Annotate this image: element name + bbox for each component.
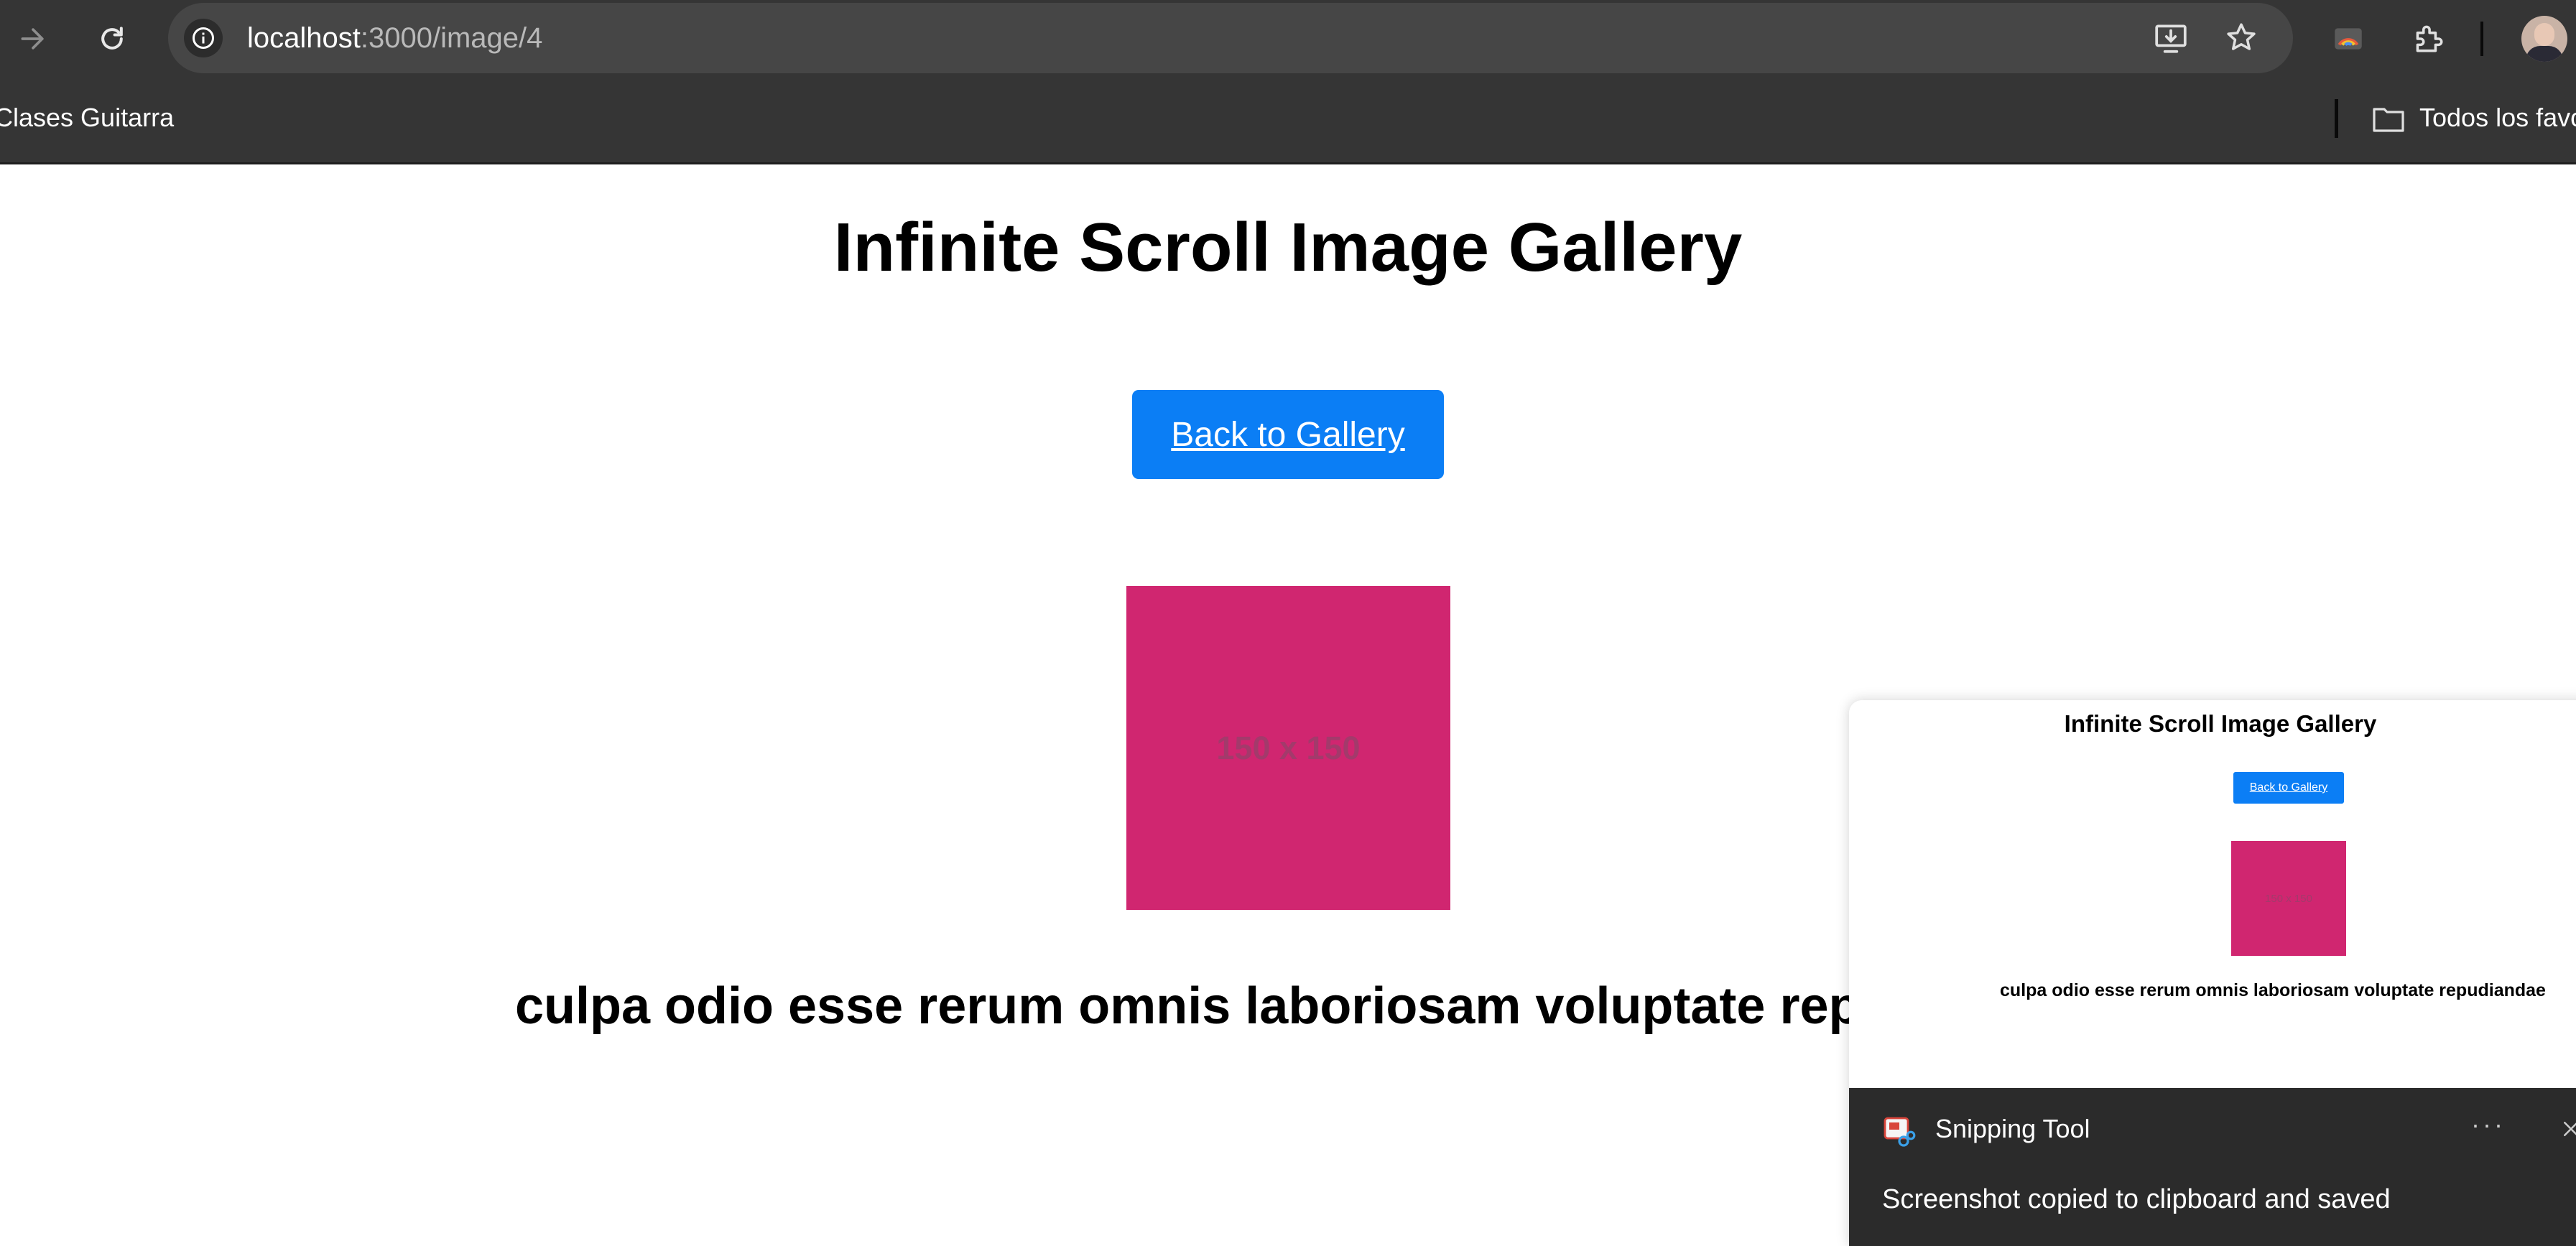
avatar-shirt xyxy=(2526,46,2563,62)
url-host: localhost xyxy=(247,22,361,54)
preview-title: Infinite Scroll Image Gallery xyxy=(2064,710,2377,737)
toolbar-divider xyxy=(2480,22,2483,56)
forward-icon xyxy=(21,28,44,50)
avatar-face xyxy=(2534,23,2554,46)
browser-toolbar: localhost:3000/image/4 xyxy=(0,0,2576,78)
notification-message: Screenshot copied to clipboard and saved xyxy=(1882,1184,2391,1214)
folder-icon xyxy=(2373,108,2404,133)
extensions-button[interactable] xyxy=(2402,13,2454,65)
snipping-tool-notification[interactable]: Infinite Scroll Image Gallery Back to Ga… xyxy=(1849,700,2576,1246)
snipping-tool-icon xyxy=(1884,1117,1916,1147)
notification-app-name: Snipping Tool xyxy=(1935,1114,2090,1143)
preview-image-text: 150 x 150 xyxy=(2265,892,2312,905)
forward-button[interactable] xyxy=(7,13,59,65)
bookmark-star-button[interactable] xyxy=(2215,12,2267,64)
install-app-button[interactable] xyxy=(2145,12,2197,64)
notification-footer: Snipping Tool ··· Screenshot copied to c… xyxy=(1849,1088,2576,1246)
image-placeholder-text: 150 x 150 xyxy=(1216,729,1361,766)
profile-avatar[interactable] xyxy=(2521,16,2567,62)
install-app-icon xyxy=(2155,24,2187,53)
bookmarks-bar: Clases Guitarra Todos los favo xyxy=(0,78,2576,164)
url-text[interactable]: localhost:3000/image/4 xyxy=(247,3,542,73)
image-caption: culpa odio esse rerum omnis laboriosam v… xyxy=(515,977,1851,1035)
close-icon[interactable] xyxy=(2560,1118,2576,1140)
more-options-button[interactable]: ··· xyxy=(2471,1110,2506,1140)
bookmark-clases-guitarra[interactable]: Clases Guitarra xyxy=(0,78,174,158)
all-bookmarks-label: Todos los favo xyxy=(2419,103,2576,132)
screenshot-preview[interactable]: Infinite Scroll Image Gallery Back to Ga… xyxy=(1849,700,2576,1088)
preview-back-button: Back to Gallery xyxy=(2233,772,2344,804)
site-info-button[interactable] xyxy=(184,19,223,57)
preview-caption: culpa odio esse rerum omnis laboriosam v… xyxy=(2000,980,2546,1000)
all-bookmarks-folder[interactable]: Todos los favo xyxy=(2371,78,2576,158)
cast-button[interactable] xyxy=(2322,13,2374,65)
back-to-gallery-button[interactable]: Back to Gallery xyxy=(1132,390,1444,479)
gallery-image: 150 x 150 xyxy=(1126,586,1450,910)
url-path: :3000/image/4 xyxy=(360,22,543,54)
page-title: Infinite Scroll Image Gallery xyxy=(833,209,1743,286)
bookmarks-divider xyxy=(2335,99,2338,138)
site-info-icon xyxy=(193,27,214,49)
reload-icon xyxy=(101,27,123,50)
cast-icon xyxy=(2335,28,2362,50)
extensions-icon xyxy=(2416,25,2443,52)
reload-button[interactable] xyxy=(86,13,138,65)
address-bar[interactable]: localhost:3000/image/4 xyxy=(168,3,2293,73)
bookmark-star-icon xyxy=(2227,23,2256,50)
preview-image: 150 x 150 xyxy=(2231,841,2346,956)
